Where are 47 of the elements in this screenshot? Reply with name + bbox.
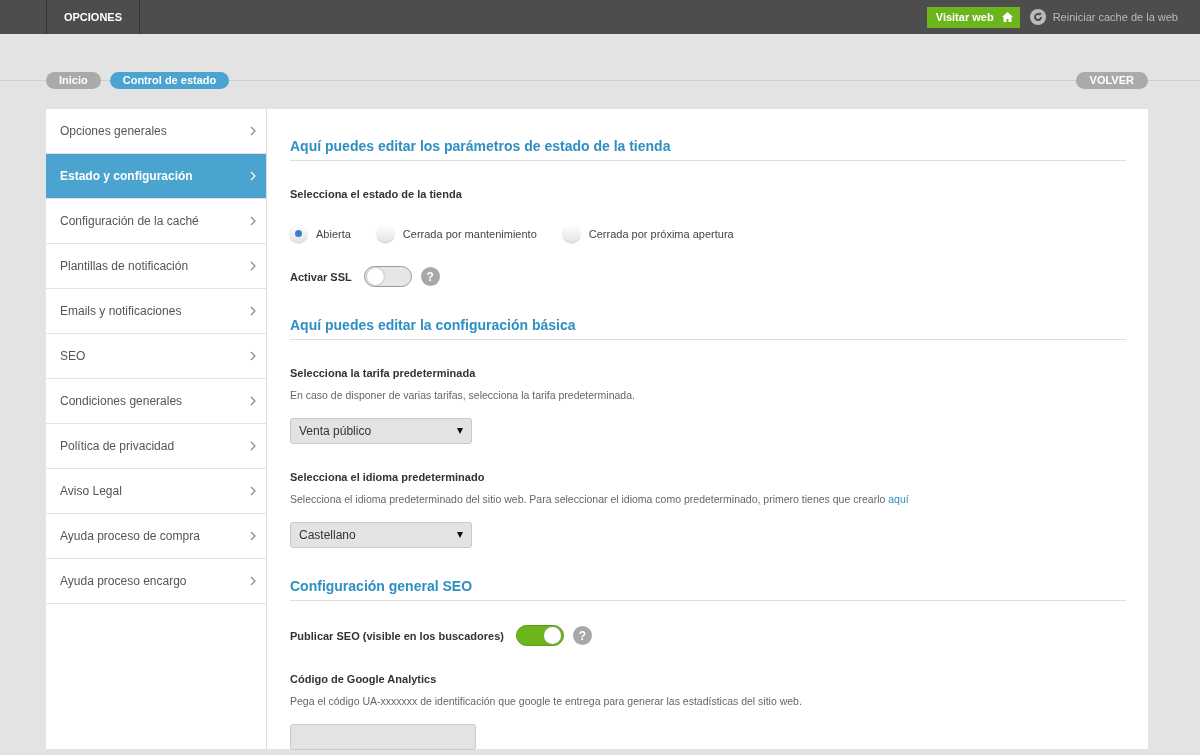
refresh-icon [1029,9,1046,25]
select-dropdown[interactable]: Castellano [290,522,472,548]
app-title: OPCIONES [46,0,140,34]
chevron-right-icon [250,576,256,586]
chevron-right-icon [250,171,256,181]
chevron-right-icon [250,351,256,361]
sidebar-item[interactable]: Ayuda proceso encargo [46,559,266,604]
field-label: Selecciona el idioma predeterminado [290,471,486,483]
chevron-right-icon [250,486,256,496]
home-icon [1001,12,1013,22]
sidebar-item[interactable]: Política de privacidad [46,424,266,469]
field-hint: Selecciona el idioma predeterminado del sitio web. Para seleccionar el idioma como predeterminado, primero tienes que crearlo aquí [290,493,910,505]
sidebar-item[interactable]: Aviso Legal [46,469,266,514]
sidebar-item[interactable]: Plantillas de notificación [46,244,266,289]
toggle-switch[interactable] [515,625,564,646]
field-hint: Pega el código UA-xxxxxxx de identificación que google te entrega para generar las estadísticas del sitio web. [290,695,803,707]
field-label: Publicar SEO (visible en los buscadores) [290,629,504,642]
here-link[interactable]: aquí [888,493,909,505]
chevron-right-icon [250,306,256,316]
sidebar-item[interactable]: Condiciones generales [46,379,266,424]
sidebar-item[interactable]: Ayuda proceso de compra [46,514,266,559]
chevron-right-icon [250,126,256,136]
section-title: Aquí puedes editar los parámetros de estado de la tienda [290,109,1126,161]
field-label: Activar SSL [290,270,352,283]
chevron-right-icon [250,216,256,226]
field-label: Selecciona el estado de la tienda [290,188,463,200]
section-title: Aquí puedes editar la configuración básica [290,287,1126,340]
chevron-right-icon [250,396,256,406]
sidebar-item[interactable]: SEO [46,334,266,379]
chevron-right-icon [250,261,256,271]
chevron-right-icon [250,531,256,541]
reset-cache-link[interactable]: Reiniciar cache de la web [1052,11,1178,23]
sidebar-item[interactable]: Emails y notificaciones [46,289,266,334]
field-label: Selecciona la tarifa predeterminada [290,367,477,379]
chevron-right-icon [250,441,256,451]
field-label: Código de Google Analytics [290,673,438,685]
radio-option[interactable]: Cerrada por próxima apertura [562,225,734,242]
sidebar-item[interactable]: Configuración de la caché [46,199,266,244]
field-hint: En caso de disponer de varias tarifas, selecciona la tarifa predeterminada. [290,389,636,401]
select-dropdown[interactable]: Venta público [290,418,472,444]
radio-option[interactable]: Abierta [290,225,351,242]
caret-icon [457,532,463,538]
section-title: Configuración general SEO [290,548,1126,601]
input-field[interactable] [290,724,476,750]
caret-icon [457,428,463,434]
radio-option[interactable]: Cerrada por mantenimiento [376,225,537,242]
toggle-switch[interactable] [363,266,412,287]
